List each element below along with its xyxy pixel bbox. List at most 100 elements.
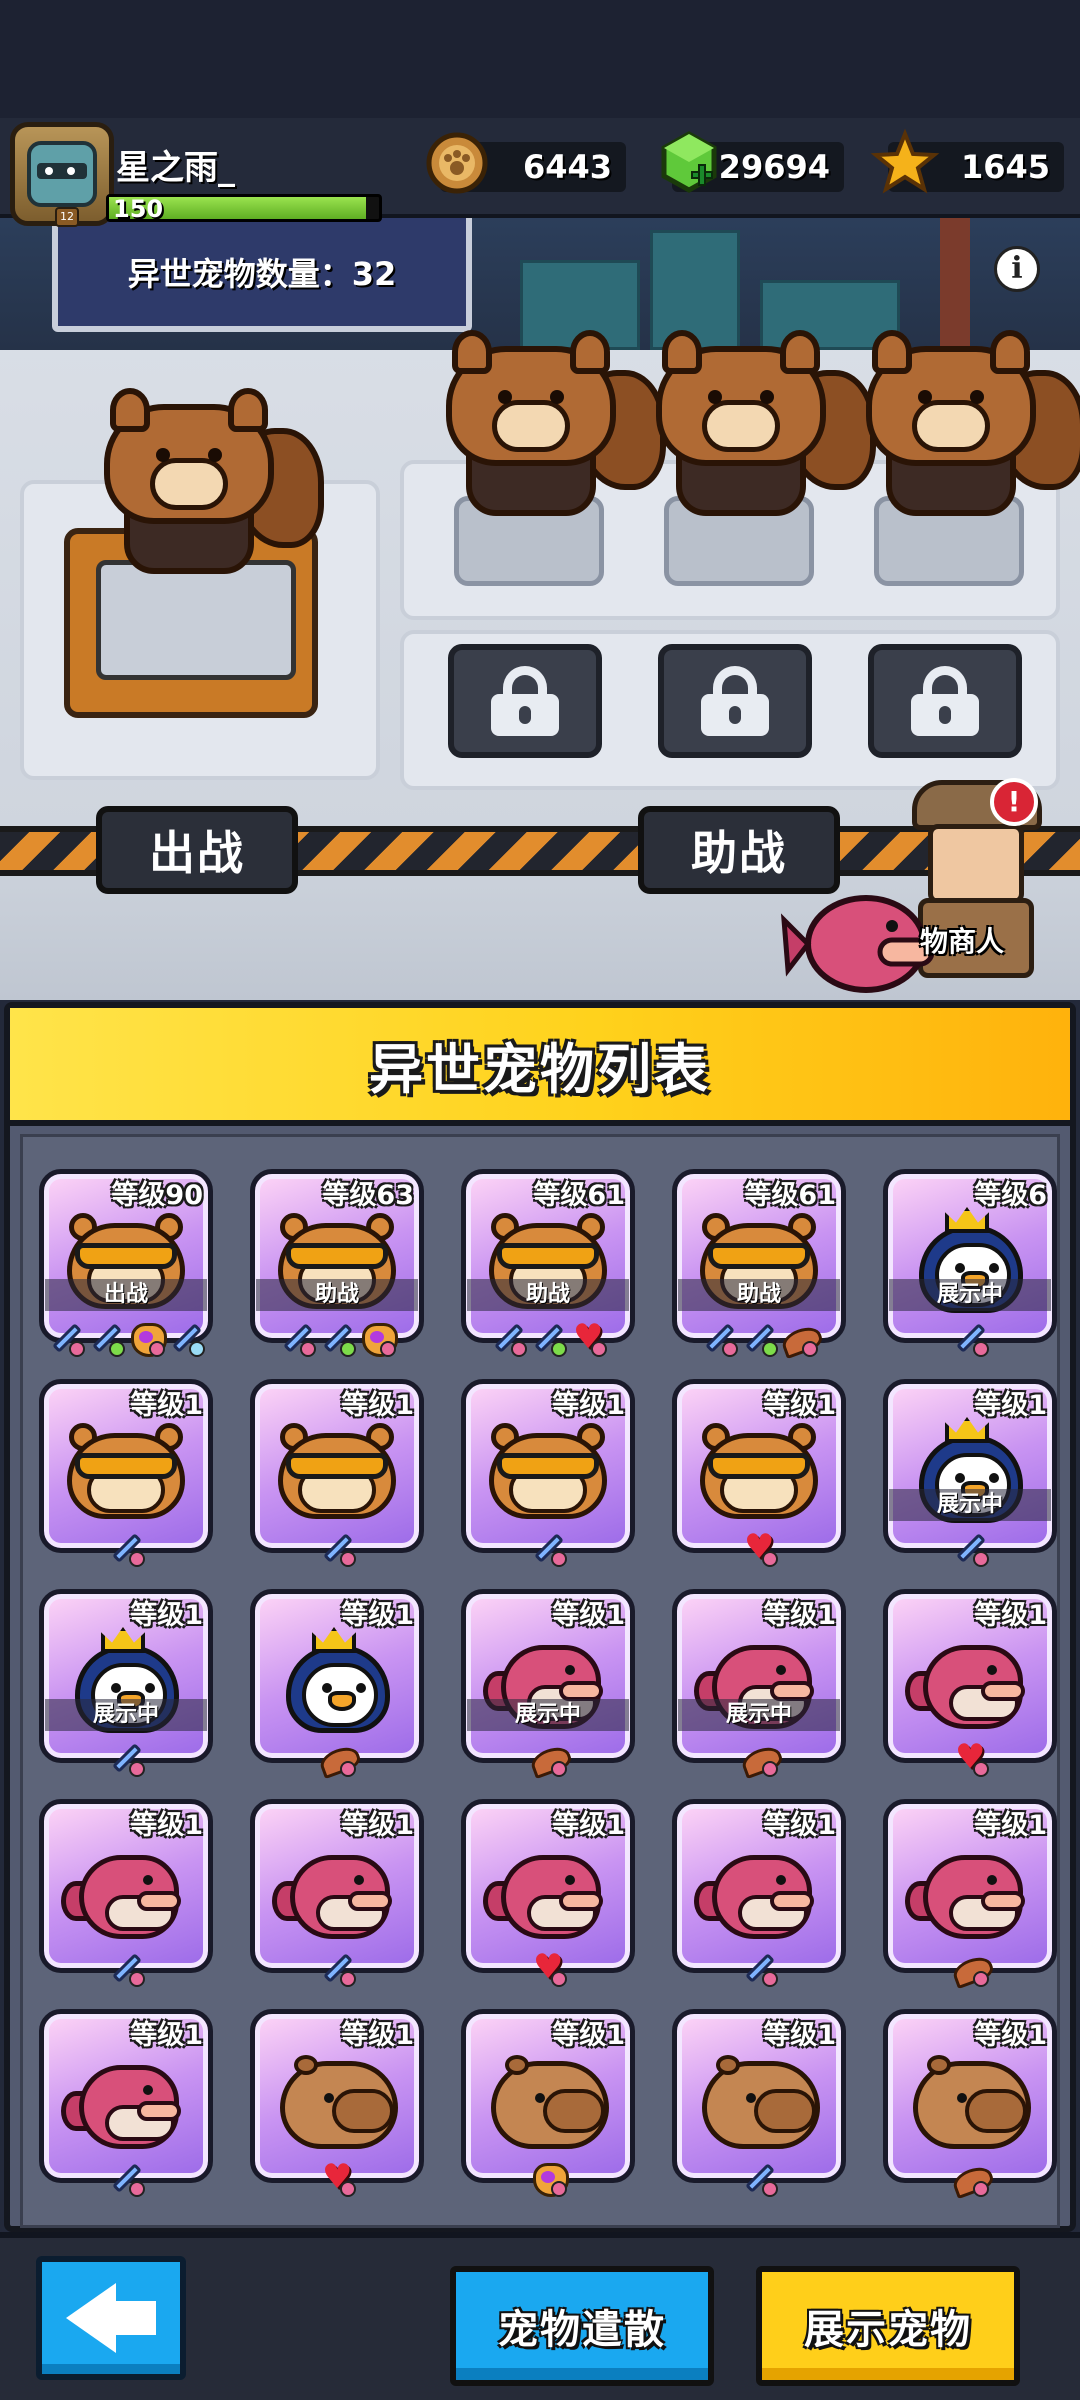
skill-row [672,1319,846,1359]
pet-count-label: 异世宠物数量：32 [127,255,397,293]
release-pet-button[interactable]: 宠物遣散 [450,2266,714,2386]
penguin-pet-icon [272,1623,402,1733]
pet-card[interactable]: 等级1 [250,1589,424,1777]
sword-skill-icon [740,1949,778,1987]
back-button[interactable] [36,2256,186,2380]
pet-card[interactable]: 等级1 展示中 [883,1379,1057,1567]
pet-level: 等级1 [974,1810,1047,1841]
fox-skill-icon [529,2159,569,2197]
skill-row [672,1527,846,1569]
pet-card[interactable]: 等级1 [672,1799,846,1987]
pet-level: 等级1 [552,1600,625,1631]
pet-level: 等级61 [533,1180,625,1211]
pet-grid: 等级90出战等级63助战等级61助战等级61助战等级6展示中等级1等级1等级1等… [20,1134,1060,2228]
pet-card[interactable]: 等级6 展示中 [883,1169,1057,1357]
horn-skill-icon [951,2159,989,2197]
locked-slot[interactable] [658,644,812,758]
pet-card[interactable]: 等级61 助战 [461,1169,635,1357]
sword-skill-icon [167,1319,205,1357]
pet-card[interactable]: 等级1 [461,2009,635,2197]
lock-icon [699,666,771,736]
sword-skill-icon [107,1529,145,1567]
pet-card[interactable]: 等级1 [39,2009,213,2197]
skill-row [461,1947,635,1989]
sword-skill-icon [489,1319,527,1357]
pet-status: 展示中 [678,1699,840,1731]
skill-row [250,1529,424,1569]
pet-card[interactable]: 等级1 展示中 [39,1589,213,1777]
star-icon [870,128,940,194]
assist-pet-squirrel[interactable] [446,330,666,530]
pet-level: 等级1 [552,1390,625,1421]
assist-pet-squirrel[interactable] [656,330,876,530]
skill-row [39,2159,213,2199]
pet-status: 助战 [678,1279,840,1311]
player-avatar[interactable]: 12 [10,122,114,227]
pet-card[interactable]: 等级1 [461,1379,635,1567]
skill-row [883,1319,1057,1359]
pet-level: 等级1 [130,1390,203,1421]
pet-card[interactable]: 等级1 [883,1799,1057,1987]
sword-skill-icon [87,1319,125,1357]
display-pet-button[interactable]: 展示宠物 [756,2266,1020,2386]
pet-card[interactable]: 等级1 [250,1379,424,1567]
pet-card[interactable]: 等级1 [250,2009,424,2197]
pet-card[interactable]: 等级1 [883,2009,1057,2197]
pet-level: 等级1 [552,1810,625,1841]
horn-skill-icon [951,1949,989,1987]
horn-skill-icon [780,1319,818,1357]
skill-row [39,1739,213,1779]
release-pet-label: 宠物遣散 [498,2307,666,2353]
pet-card[interactable]: 等级61 助战 [672,1169,846,1357]
pet-status: 展示中 [45,1699,207,1731]
sword-skill-icon [47,1319,85,1357]
skill-row [461,1739,635,1779]
locked-slot[interactable] [868,644,1022,758]
battle-pet-squirrel[interactable] [104,388,324,588]
pet-card[interactable]: 等级63 助战 [250,1169,424,1357]
currency-green-gem[interactable]: 29694 [661,131,844,193]
pet-card[interactable]: 等级1 展示中 [461,1589,635,1777]
alert-badge-icon: ! [990,778,1038,826]
pet-card[interactable]: 等级1 [672,1379,846,1567]
currency-value: 6443 [522,148,612,186]
skill-row [39,1529,213,1569]
pet-status: 助战 [256,1279,418,1311]
pet-card[interactable]: 等级1 [250,1799,424,1987]
fish-pet-icon [483,1833,613,1943]
capybara-pet-icon [694,2043,824,2153]
skill-row [883,2159,1057,2199]
pet-level: 等级63 [322,1180,414,1211]
pet-card[interactable]: 等级1 展示中 [672,1589,846,1777]
pet-status: 展示中 [889,1279,1051,1311]
pet-level: 等级61 [744,1180,836,1211]
heart-skill-icon [318,2157,356,2197]
pet-card[interactable]: 等级1 [461,1799,635,1987]
lock-icon [489,666,561,736]
assist-sign: 助战 [638,806,840,894]
pet-card[interactable]: 等级1 [672,2009,846,2197]
heart-skill-icon [951,1737,989,1777]
pet-status: 助战 [467,1279,629,1311]
skill-row [672,1949,846,1989]
pet-level: 等级6 [974,1180,1047,1211]
fish-pet-icon [61,1833,191,1943]
pet-card[interactable]: 等级1 [39,1379,213,1567]
pet-level: 等级1 [130,2020,203,2051]
pet-scene: 异世宠物数量：32 i 12 星之雨_ 150 6443 29694 1645 … [0,0,1080,1000]
heart-skill-icon [740,1527,778,1567]
locked-slot[interactable] [448,644,602,758]
currency-paw-coin[interactable]: 6443 [426,132,626,194]
skill-row [250,1949,424,1989]
sword-skill-icon [740,1319,778,1357]
pet-card[interactable]: 等级1 [883,1589,1057,1777]
player-name: 星之雨_ [116,148,235,188]
skill-row [250,1739,424,1779]
currency-star[interactable]: 1645 [870,128,1064,194]
pet-card[interactable]: 等级1 [39,1799,213,1987]
pet-card[interactable]: 等级90 出战 [39,1169,213,1357]
hamster-pet-icon [694,1413,824,1523]
info-button[interactable]: i [994,246,1040,292]
xp-bar: 150 [106,194,382,223]
assist-pet-squirrel[interactable] [866,330,1080,530]
